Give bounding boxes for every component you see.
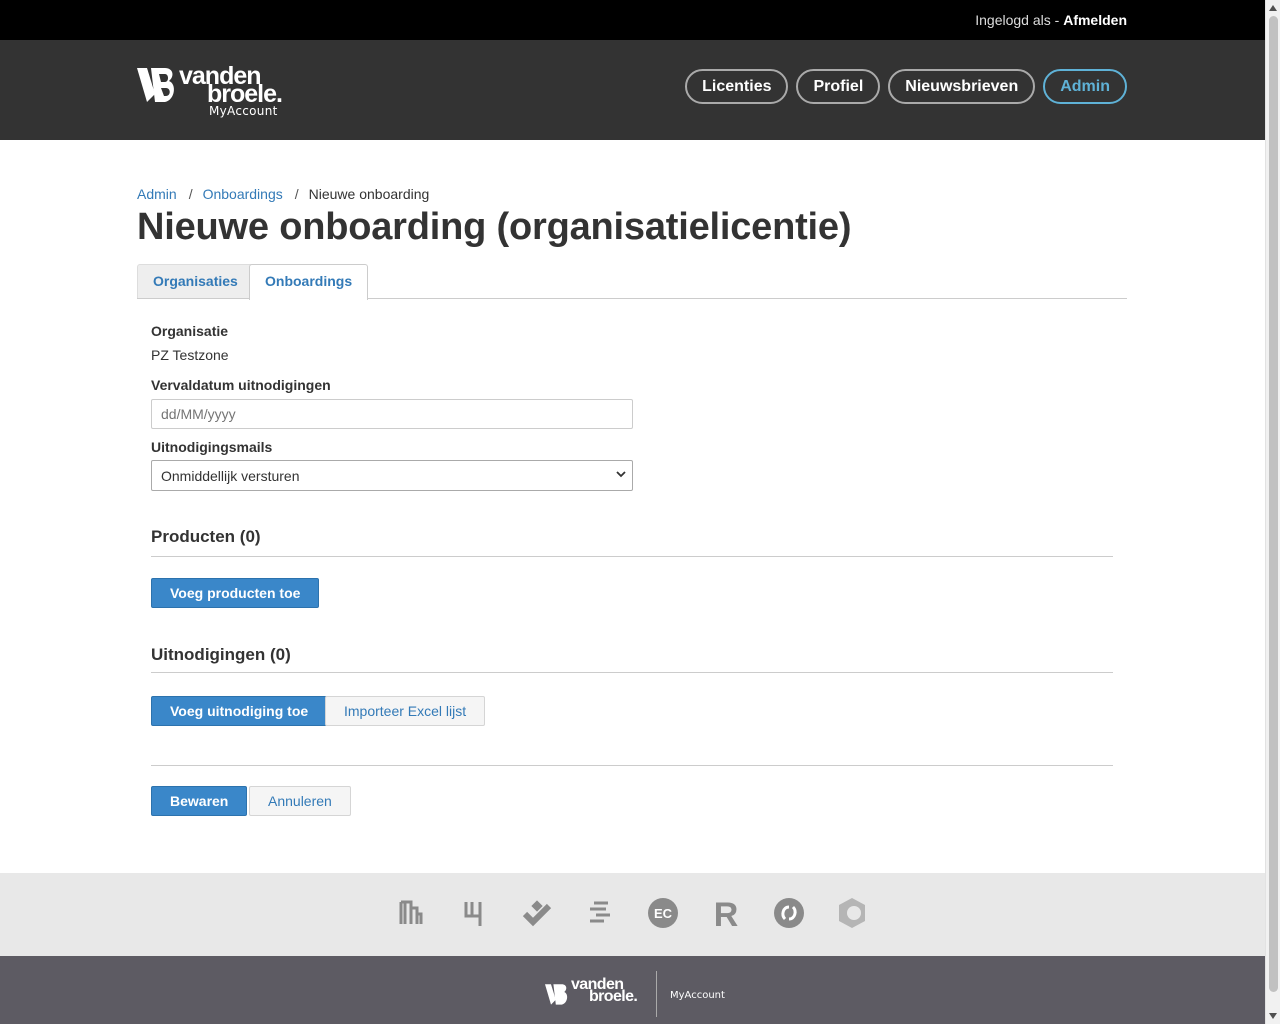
breadcrumb-admin[interactable]: Admin bbox=[137, 186, 177, 202]
breadcrumb-separator: / bbox=[294, 186, 299, 202]
logged-in-label: Ingelogd als - bbox=[975, 12, 1064, 28]
breadcrumb-separator: / bbox=[188, 186, 193, 202]
add-products-button[interactable]: Voeg producten toe bbox=[151, 578, 320, 608]
divider bbox=[151, 765, 1113, 766]
nav-nieuwsbrieven[interactable]: Nieuwsbrieven bbox=[888, 69, 1036, 104]
organisation-value: PZ Testzone bbox=[151, 347, 229, 363]
expiry-date-input[interactable] bbox=[151, 399, 633, 429]
page-title: Nieuwe onboarding (organisatielicentie) bbox=[137, 206, 852, 248]
brand-icon-6[interactable] bbox=[772, 895, 806, 931]
mails-select-value: Onmiddellijk versturen bbox=[161, 468, 300, 484]
brand-icon-2[interactable] bbox=[457, 895, 491, 931]
breadcrumb-current: Nieuwe onboarding bbox=[308, 186, 430, 202]
login-status: Ingelogd als - Afmelden bbox=[975, 12, 1127, 28]
footer-logo[interactable]: vanden broele. bbox=[545, 976, 655, 1012]
logout-link[interactable]: Afmelden bbox=[1063, 12, 1127, 28]
invitations-heading: Uitnodigingen (0) bbox=[151, 645, 291, 664]
site-header: vanden broele. MyAccount Licenties Profi… bbox=[0, 40, 1265, 140]
breadcrumb: Admin / Onboardings / Nieuwe onboarding bbox=[137, 186, 429, 202]
scrollbar-thumb[interactable] bbox=[1269, 16, 1278, 992]
mails-select[interactable]: Onmiddellijk versturen bbox=[151, 460, 633, 491]
import-excel-button[interactable]: Importeer Excel lijst bbox=[325, 696, 486, 726]
tab-onboardings[interactable]: Onboardings bbox=[249, 264, 369, 300]
vandenbroele-logo[interactable]: vanden broele. MyAccount bbox=[137, 62, 297, 120]
footer-logo-word-broele: broele. bbox=[589, 988, 638, 1005]
divider bbox=[151, 556, 1113, 557]
vb-logo-icon bbox=[545, 984, 568, 1005]
mails-label: Uitnodigingsmails bbox=[151, 439, 273, 455]
chevron-down-icon bbox=[616, 471, 626, 478]
save-button[interactable]: Bewaren bbox=[151, 786, 248, 816]
brand-strip: EC R bbox=[0, 873, 1265, 956]
brand-icon-3[interactable] bbox=[520, 895, 554, 931]
brand-r-text: R bbox=[714, 897, 739, 929]
breadcrumb-onboardings[interactable]: Onboardings bbox=[203, 186, 283, 202]
nav-licenties[interactable]: Licenties bbox=[685, 69, 789, 104]
brand-icon-4[interactable] bbox=[583, 895, 617, 931]
brand-icon-1[interactable] bbox=[394, 895, 428, 931]
brand-icon-8[interactable] bbox=[835, 895, 869, 931]
products-heading: Producten (0) bbox=[151, 527, 261, 546]
site-footer: vanden broele. MyAccount bbox=[0, 956, 1265, 1024]
nav-profiel[interactable]: Profiel bbox=[796, 69, 881, 104]
logo-subtitle: MyAccount bbox=[209, 104, 278, 118]
top-strip: Ingelogd als - Afmelden bbox=[0, 0, 1265, 40]
vb-logo-icon bbox=[137, 68, 174, 102]
brand-icon-ec[interactable]: EC bbox=[646, 895, 680, 931]
scroll-down-arrow-icon[interactable] bbox=[1269, 1013, 1277, 1019]
footer-divider bbox=[656, 971, 657, 1017]
organisation-label: Organisatie bbox=[151, 323, 229, 339]
divider bbox=[151, 672, 1113, 673]
brand-icons: EC R bbox=[394, 895, 869, 931]
tab-bar: Organisaties Onboardings bbox=[137, 264, 1127, 300]
main-nav: Licenties Profiel Nieuwsbrieven Admin bbox=[685, 69, 1127, 104]
tab-organisaties[interactable]: Organisaties bbox=[137, 264, 254, 298]
add-invitation-button[interactable]: Voeg uitnodiging toe bbox=[151, 696, 328, 726]
scroll-up-arrow-icon[interactable] bbox=[1269, 5, 1277, 11]
vertical-scrollbar[interactable] bbox=[1265, 0, 1280, 1024]
expiry-label: Vervaldatum uitnodigingen bbox=[151, 377, 331, 393]
cancel-button[interactable]: Annuleren bbox=[249, 786, 351, 816]
brand-icon-r[interactable]: R bbox=[709, 895, 743, 931]
nav-admin[interactable]: Admin bbox=[1043, 69, 1127, 104]
brand-ec-text: EC bbox=[654, 906, 673, 921]
footer-subtitle: MyAccount bbox=[670, 990, 725, 1001]
